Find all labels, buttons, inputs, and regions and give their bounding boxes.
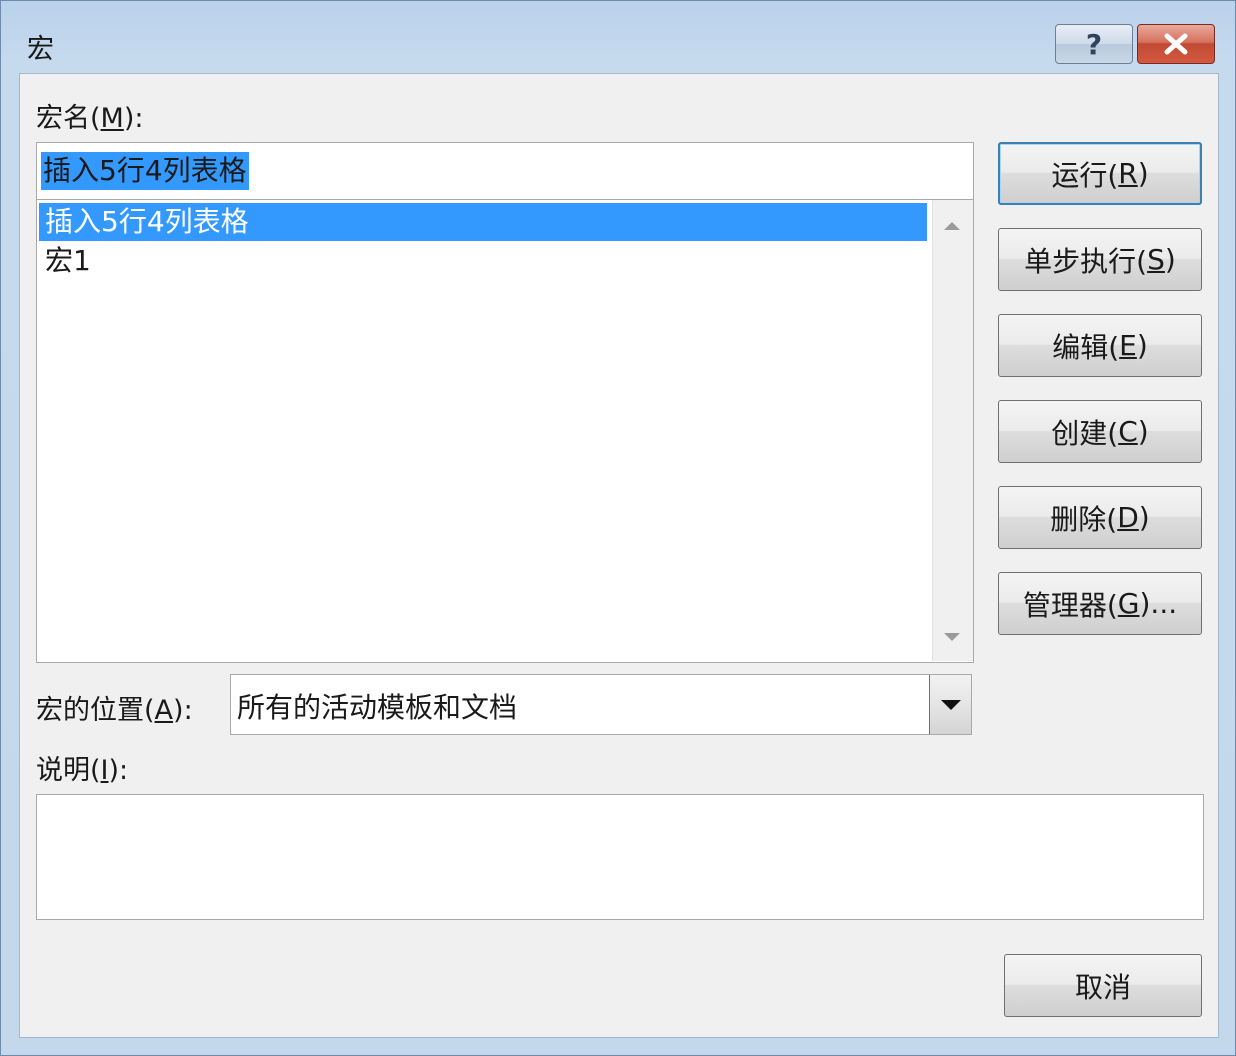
- close-button[interactable]: [1137, 24, 1215, 64]
- help-icon: ?: [1085, 27, 1103, 61]
- dialog-body: 宏名(M): 插入5行4列表格 插入5行4列表格 宏1 运行(R) 单步执行(S…: [19, 73, 1219, 1038]
- help-button[interactable]: ?: [1055, 24, 1133, 64]
- window-title: 宏: [27, 34, 54, 65]
- macro-dialog: 宏 ? 宏名(M): 插入5行4列表格 插入5行4列表格 宏1 运行(R) 单: [0, 0, 1236, 1056]
- macro-name-input[interactable]: 插入5行4列表格: [36, 142, 974, 200]
- create-button[interactable]: 创建(C): [998, 400, 1202, 463]
- scroll-down-icon[interactable]: [944, 633, 960, 641]
- organizer-button[interactable]: 管理器(G)...: [998, 572, 1202, 635]
- macro-location-value: 所有的活动模板和文档: [237, 691, 518, 724]
- edit-button[interactable]: 编辑(E): [998, 314, 1202, 377]
- run-button[interactable]: 运行(R): [998, 142, 1202, 205]
- chevron-down-icon: [941, 700, 961, 710]
- title-bar: 宏 ?: [1, 1, 1235, 73]
- description-field[interactable]: [36, 794, 1204, 920]
- close-icon: [1164, 33, 1188, 55]
- macro-location-label: 宏的位置(A):: [36, 695, 193, 726]
- list-scrollbar[interactable]: [932, 200, 973, 661]
- list-item[interactable]: 插入5行4列表格: [39, 203, 927, 241]
- step-into-button[interactable]: 单步执行(S): [998, 228, 1202, 291]
- delete-button[interactable]: 删除(D): [998, 486, 1202, 549]
- macro-list[interactable]: 插入5行4列表格 宏1: [36, 200, 974, 663]
- macro-name-value: 插入5行4列表格: [41, 152, 249, 190]
- cancel-button[interactable]: 取消: [1004, 954, 1202, 1017]
- description-label: 说明(I):: [36, 755, 129, 786]
- scroll-up-icon[interactable]: [944, 222, 960, 230]
- list-item[interactable]: 宏1: [39, 242, 927, 280]
- macro-location-select[interactable]: 所有的活动模板和文档: [230, 674, 972, 735]
- dropdown-button[interactable]: [929, 675, 971, 734]
- macro-name-label: 宏名(M):: [36, 103, 144, 134]
